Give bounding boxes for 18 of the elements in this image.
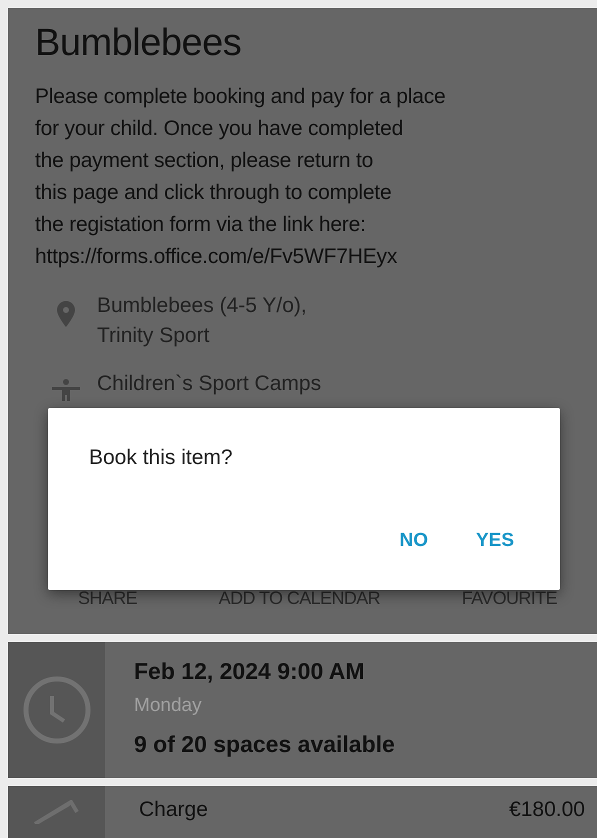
- session-weekday: Monday: [134, 695, 203, 717]
- session-date: Feb 12, 2024 9:00 AM: [134, 658, 366, 685]
- action-button[interactable]: ADD TO CALENDAR: [218, 588, 380, 609]
- clock-icon: [22, 676, 90, 744]
- location-text: Bumblebees (4-5 Y/o), Trinity Sport: [97, 293, 307, 349]
- location-pin-icon: [57, 301, 75, 327]
- charge-label: Charge: [139, 798, 208, 823]
- dialog-button[interactable]: YES: [476, 530, 514, 552]
- action-button[interactable]: FAVOURITE: [462, 588, 557, 609]
- person-icon: [51, 379, 81, 401]
- charge-amount: €180.00: [509, 798, 585, 823]
- dialog-message: Book this item?: [89, 446, 234, 470]
- spaces-available: 9 of 20 spaces available: [134, 731, 395, 758]
- action-button[interactable]: SHARE: [78, 588, 138, 609]
- event-description: Please complete booking and pay for a place for your child. Once you have completed the payment section, please return to this page and click through to complete the registation form via the link here: https://forms.office.com/e/Fv5WF7HEyx: [35, 84, 447, 270]
- category-text: Children`s Sport Camps: [97, 371, 322, 397]
- dialog-button[interactable]: NO: [399, 530, 428, 552]
- event-title: Bumblebees: [35, 22, 242, 65]
